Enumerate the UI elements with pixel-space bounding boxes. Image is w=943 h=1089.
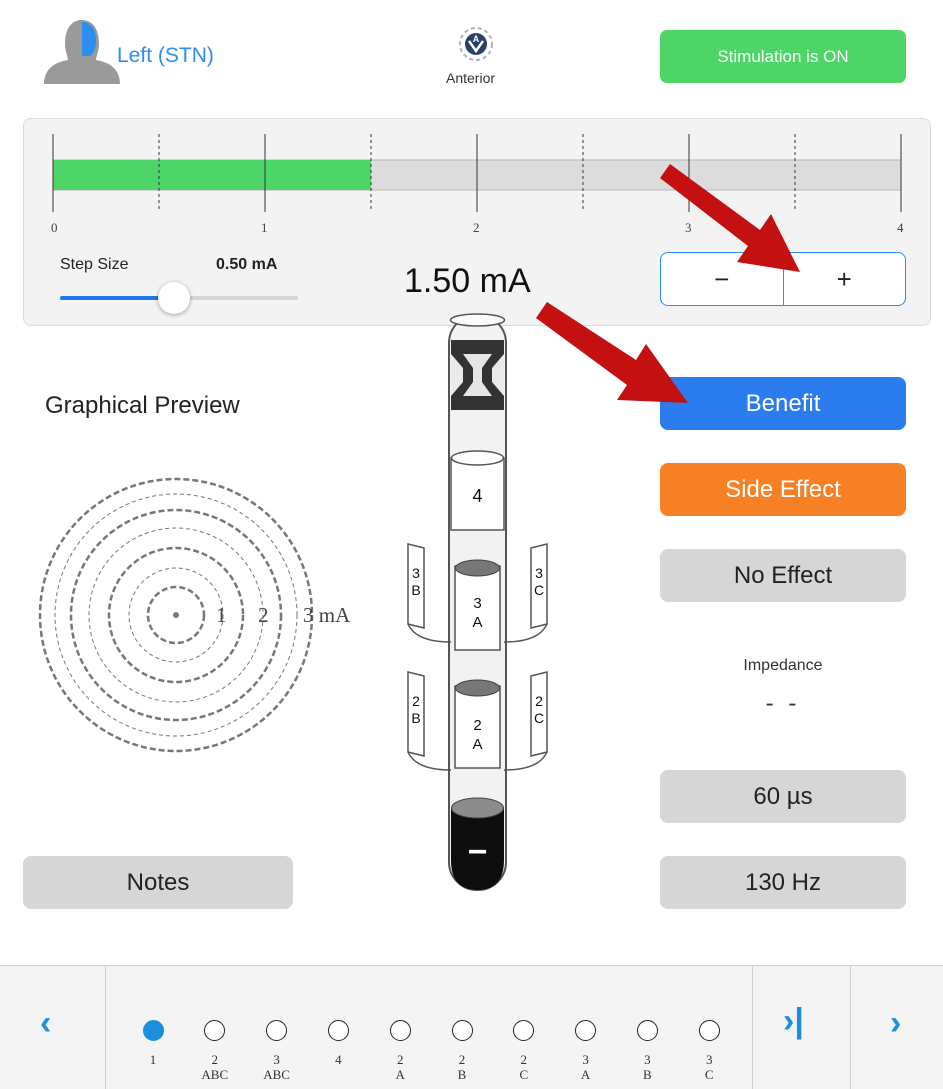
contact-option-label: 3A	[580, 1052, 591, 1082]
contact-option-label: 2 ABC	[201, 1052, 229, 1082]
contact-3a-bottom: A	[472, 614, 482, 631]
contact-option-4[interactable]	[327, 1020, 349, 1041]
contact-3b-top: 3	[412, 565, 420, 581]
contact-3c-top: 3	[535, 565, 543, 581]
annotation-arrows	[536, 164, 800, 403]
ring-label-2: 2	[258, 603, 269, 627]
contact-2c-bottom: C	[534, 710, 544, 726]
contact-option-2abc[interactable]	[204, 1020, 226, 1041]
contact-navigation-bar: ‹ 1 2 ABC 3 ABC 4 2 A 2 B 2 C 3 A 3 B 3 C ›| ›	[0, 965, 943, 1089]
contact-option-3abc[interactable]	[266, 1020, 288, 1041]
contact-3b-bottom: B	[411, 582, 420, 598]
frequency-button[interactable]: 130 Hz	[660, 856, 906, 909]
contact-option-1[interactable]	[142, 1020, 164, 1041]
impedance-value: - -	[765, 690, 801, 717]
contact-3a-top: 3	[473, 595, 481, 612]
chevron-right-icon[interactable]: ›	[890, 1004, 901, 1043]
chevron-left-icon[interactable]: ‹	[40, 1004, 51, 1043]
contact-3c-bottom: C	[534, 582, 544, 598]
contact-option-label: 3B	[643, 1052, 652, 1082]
ring-label-1: 1	[216, 603, 227, 627]
arrow-to-benefit-icon	[536, 302, 688, 403]
contact-option-label: 2A	[395, 1052, 405, 1082]
contact-option-label: 4	[335, 1052, 342, 1067]
contact-2b-bottom: B	[411, 710, 420, 726]
contact-2a-bottom: A	[472, 736, 482, 753]
contact-2a-top: 2	[473, 717, 481, 734]
contact-2b-top: 2	[412, 693, 420, 709]
contact-option-3b[interactable]	[636, 1020, 658, 1041]
contact-option-2c[interactable]	[513, 1020, 535, 1041]
contact-option-label: 2C	[519, 1052, 529, 1082]
cathode-symbol: −	[468, 833, 488, 871]
contact-option-label: 2B	[457, 1052, 467, 1082]
contact-option-2b[interactable]	[451, 1020, 473, 1041]
contact-option-label: 3C	[704, 1052, 714, 1082]
skip-to-end-icon[interactable]: ›|	[783, 1002, 804, 1041]
impedance-label: Impedance	[743, 657, 823, 674]
contact-option-3a[interactable]	[575, 1020, 597, 1041]
arrow-to-plus-icon	[660, 164, 800, 272]
ring-label-3: 3 mA	[303, 603, 351, 627]
contact-option-3c[interactable]	[698, 1020, 720, 1041]
contact-option-2a[interactable]	[389, 1020, 411, 1041]
contact-2c-top: 2	[535, 693, 543, 709]
contact-option-label: 1	[149, 1052, 157, 1067]
pulse-width-button[interactable]: 60 µs	[660, 770, 906, 823]
contact-option-label: 3 ABC	[263, 1052, 290, 1082]
no-effect-button[interactable]: No Effect	[660, 549, 906, 602]
notes-button[interactable]: Notes	[23, 856, 293, 909]
